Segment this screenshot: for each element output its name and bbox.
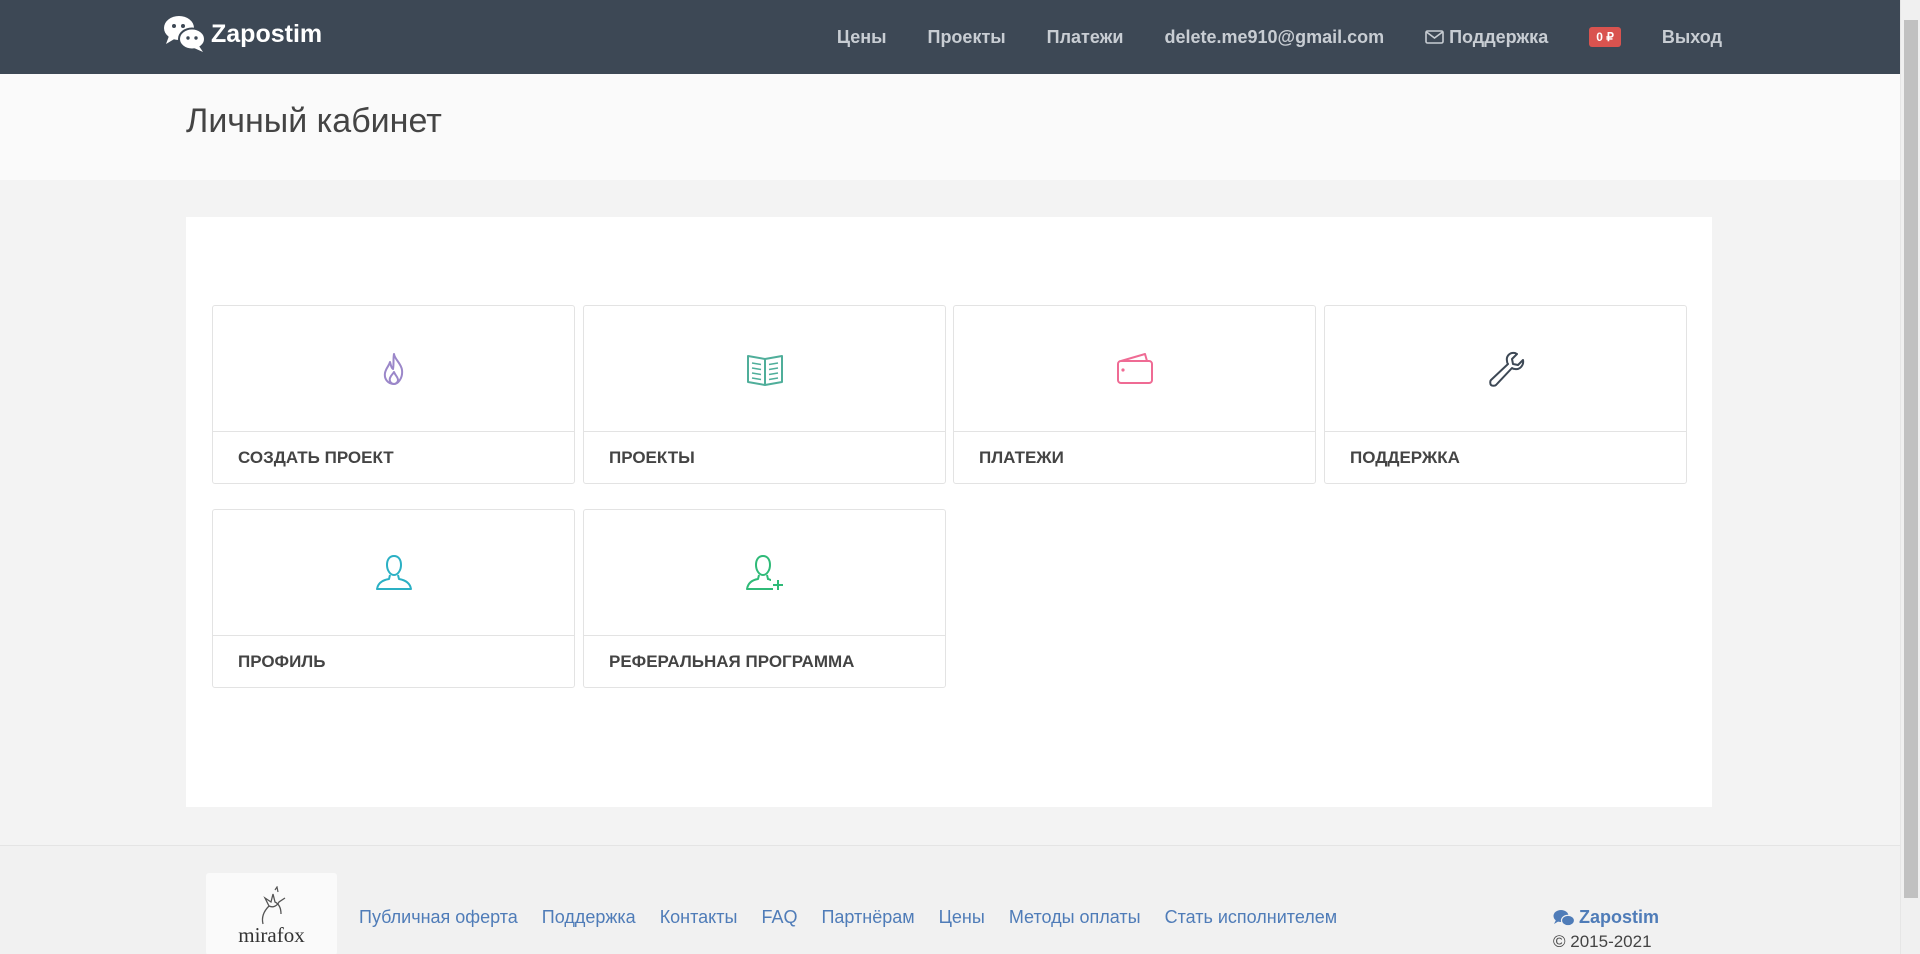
- fox-icon: [261, 886, 286, 925]
- wallet-icon: [1116, 352, 1153, 384]
- book-icon: [746, 354, 783, 386]
- footer-link-partners[interactable]: Партнёрам: [821, 907, 914, 928]
- footer-links: Публичная оферта Поддержка Контакты FAQ …: [359, 907, 1361, 928]
- footer-logo-text: mirafox: [238, 923, 305, 947]
- user-icon: [375, 554, 412, 590]
- page-header: Личный кабинет: [0, 74, 1900, 180]
- tile-label: РЕФЕРАЛЬНАЯ ПРОГРАММА: [609, 652, 855, 671]
- wrench-icon: [1488, 351, 1524, 387]
- copyright: © 2015-2021: [1553, 932, 1652, 951]
- nav-logout-link[interactable]: Выход: [1662, 27, 1722, 48]
- nav-balance[interactable]: 0 ₽: [1589, 27, 1621, 47]
- tile-label: ПЛАТЕЖИ: [979, 448, 1064, 467]
- footer-link-support[interactable]: Поддержка: [542, 907, 636, 928]
- brand-name: Zapostim: [211, 19, 323, 48]
- nav-projects-link[interactable]: Проекты: [928, 27, 1006, 48]
- tile-label: СОЗДАТЬ ПРОЕКТ: [238, 448, 394, 467]
- nav-links: Цены Проекты Платежи delete.me910@gmail.…: [796, 0, 1722, 74]
- tile-payments[interactable]: ПЛАТЕЖИ: [953, 305, 1316, 484]
- tile-create-project[interactable]: СОЗДАТЬ ПРОЕКТ: [212, 305, 575, 484]
- nav-support-label: Поддержка: [1449, 26, 1549, 47]
- chat-bubbles-icon: [164, 16, 206, 52]
- footer-link-faq[interactable]: FAQ: [761, 907, 797, 928]
- footer-brand-link[interactable]: Zapostim: [1553, 907, 1659, 928]
- nav-prices-link[interactable]: Цены: [837, 27, 887, 48]
- tile-referral-program[interactable]: РЕФЕРАЛЬНАЯ ПРОГРАММА: [583, 509, 946, 688]
- nav-account-email-link[interactable]: delete.me910@gmail.com: [1164, 27, 1384, 48]
- dashboard-panel: СОЗДАТЬ ПРОЕКТ ПРОЕКТЫ ПЛАТЕЖИ ПОДДЕРЖКА…: [186, 217, 1712, 807]
- chat-bubbles-icon: [1553, 909, 1575, 926]
- footer: mirafox Публичная оферта Поддержка Конта…: [0, 845, 1900, 954]
- tile-support[interactable]: ПОДДЕРЖКА: [1324, 305, 1687, 484]
- tile-label: ПРОФИЛЬ: [238, 652, 326, 671]
- brand-logo[interactable]: Zapostim: [163, 14, 322, 54]
- nav-payments-link[interactable]: Платежи: [1047, 27, 1124, 48]
- footer-link-become-performer[interactable]: Стать исполнителем: [1165, 907, 1338, 928]
- tile-projects[interactable]: ПРОЕКТЫ: [583, 305, 946, 484]
- nav-support-link[interactable]: Поддержка: [1425, 27, 1548, 48]
- tile-label: ПРОЕКТЫ: [609, 448, 695, 467]
- user-add-icon: [745, 554, 783, 590]
- scrollbar-thumb[interactable]: [1904, 20, 1918, 898]
- footer-link-prices[interactable]: Цены: [939, 907, 985, 928]
- tile-profile[interactable]: ПРОФИЛЬ: [212, 509, 575, 688]
- flame-icon: [383, 352, 403, 385]
- page-scrollbar[interactable]: [1900, 0, 1920, 954]
- footer-brand-name: Zapostim: [1579, 907, 1660, 927]
- page-title: Личный кабинет: [186, 102, 442, 140]
- envelope-icon: [1425, 30, 1444, 44]
- footer-link-contacts[interactable]: Контакты: [660, 907, 738, 928]
- footer-link-public-offer[interactable]: Публичная оферта: [359, 907, 518, 928]
- top-navbar: Zapostim Цены Проекты Платежи delete.me9…: [0, 0, 1900, 74]
- mirafox-logo[interactable]: mirafox: [206, 873, 337, 954]
- tile-label: ПОДДЕРЖКА: [1350, 448, 1460, 467]
- footer-link-payment-methods[interactable]: Методы оплаты: [1009, 907, 1141, 928]
- balance-badge: 0 ₽: [1589, 27, 1621, 47]
